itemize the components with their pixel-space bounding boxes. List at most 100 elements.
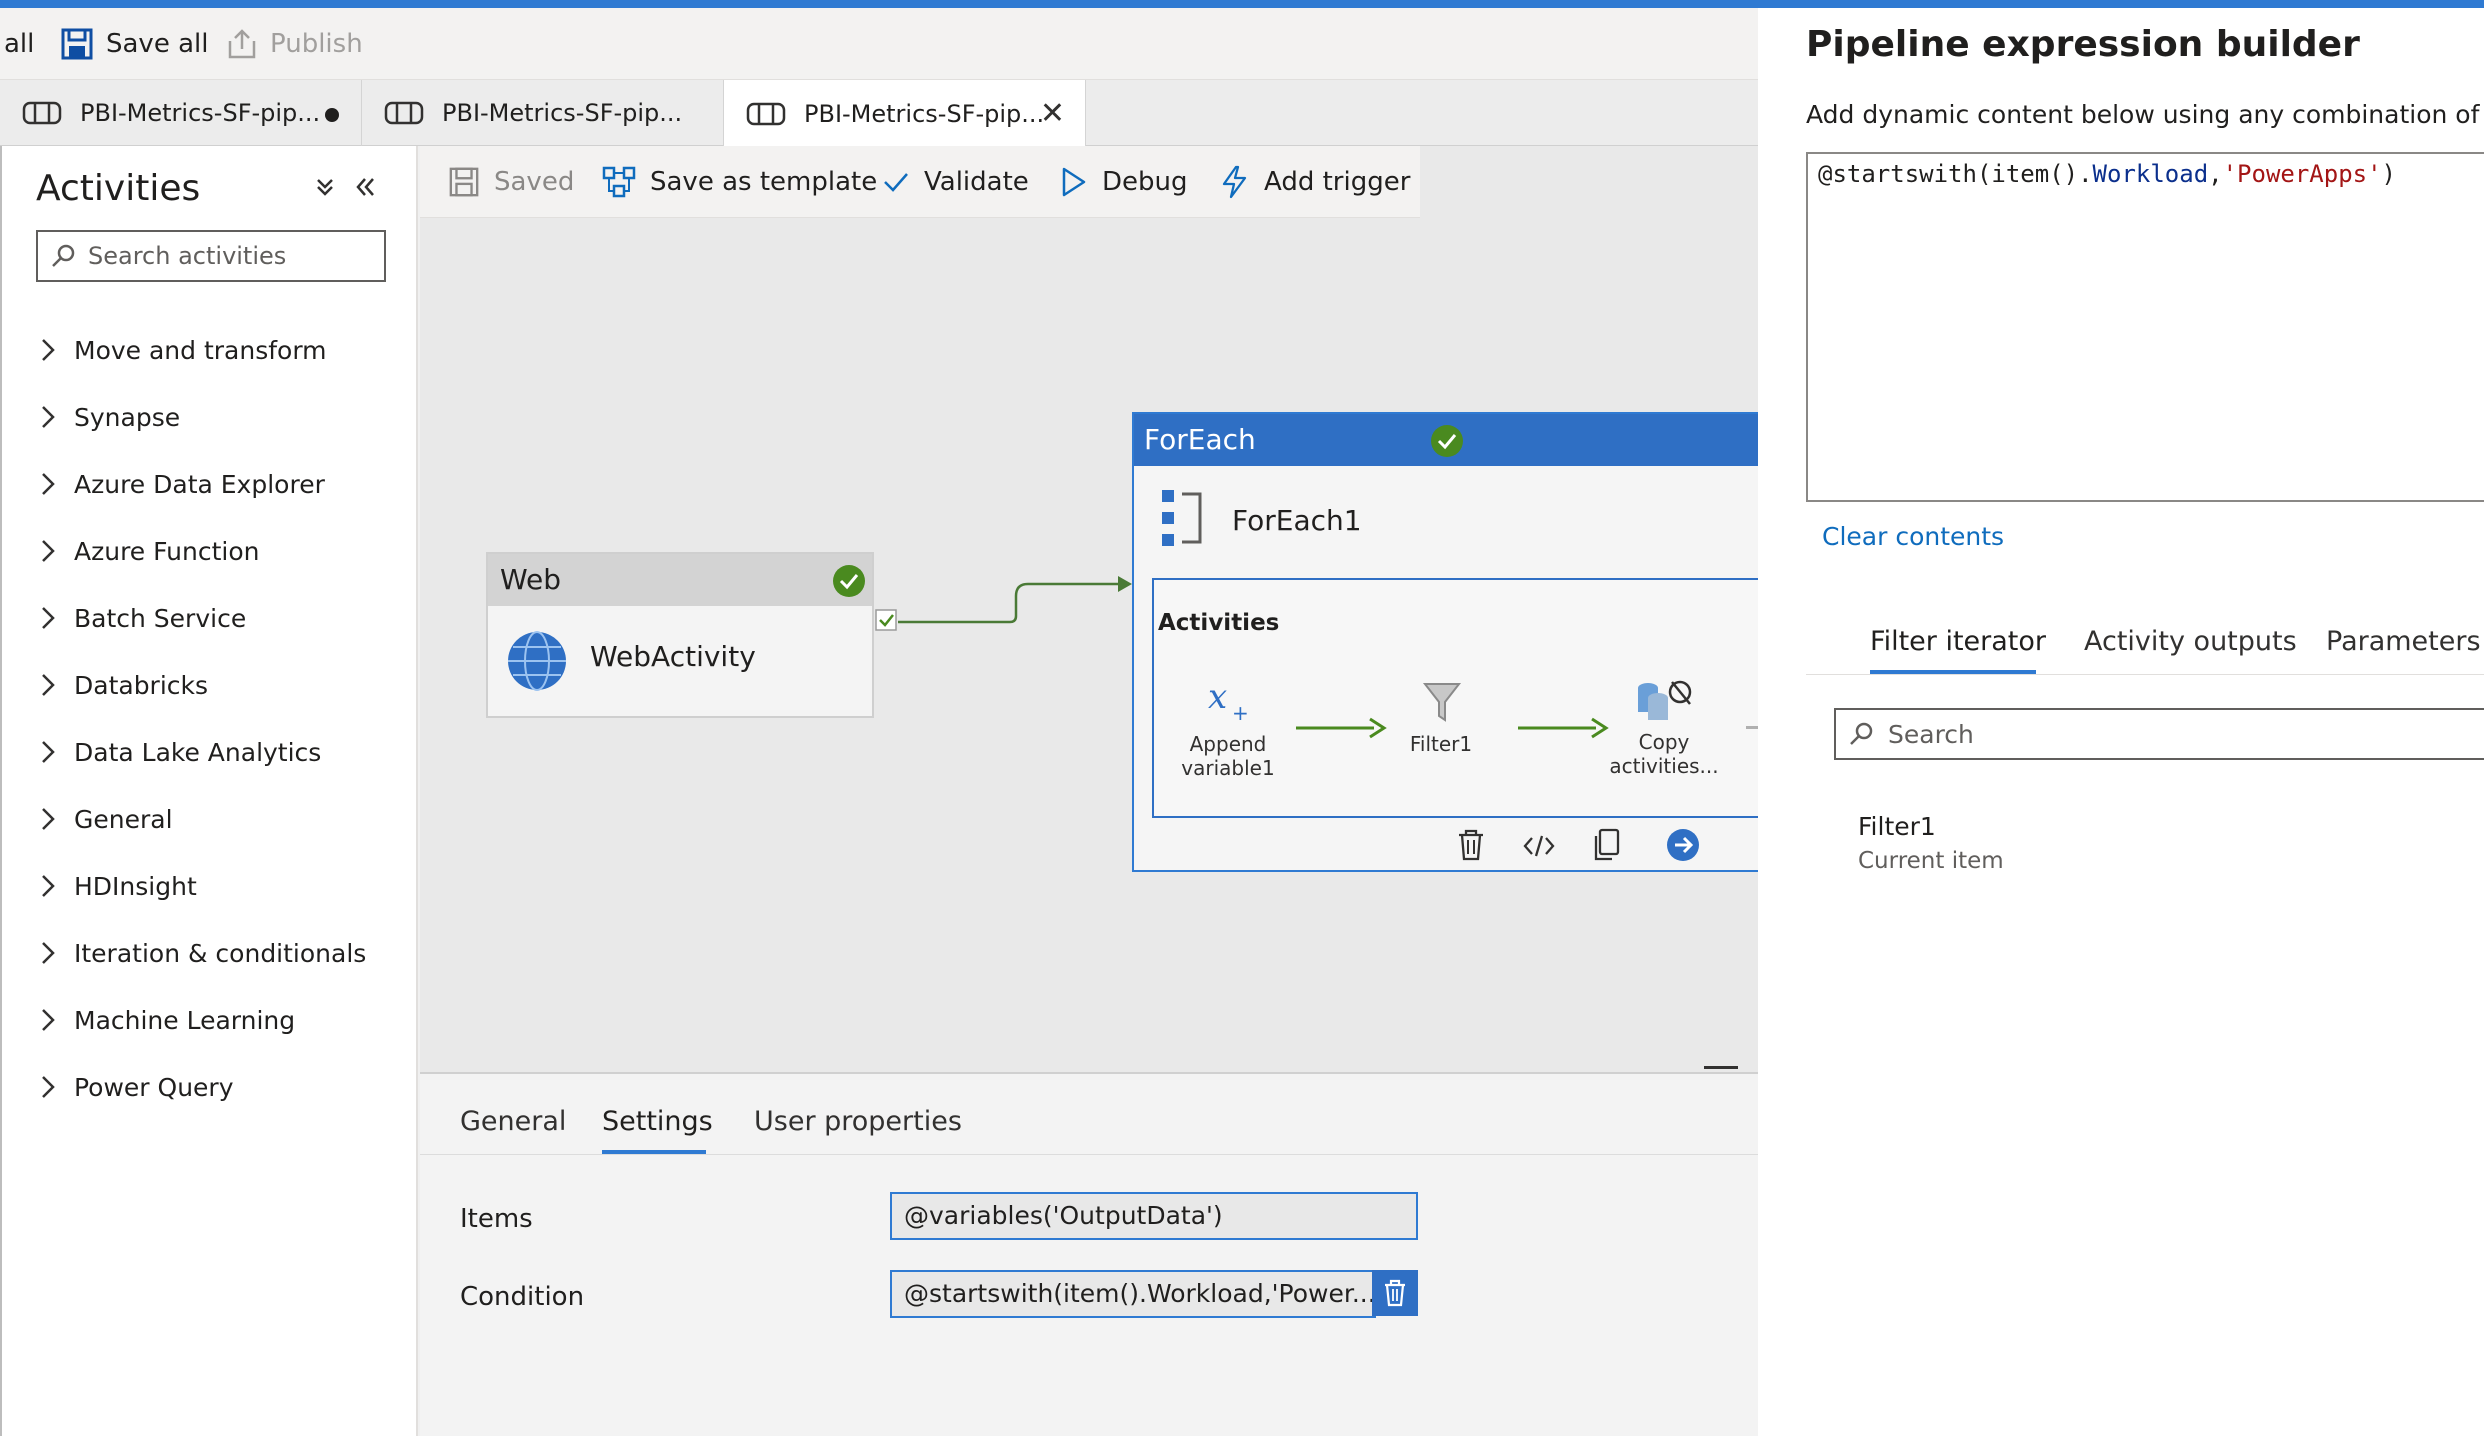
category-iteration-conditionals[interactable]: Iteration & conditionals: [40, 933, 366, 973]
chevron-right-icon: [42, 942, 55, 964]
collapse-all-icon[interactable]: [312, 174, 338, 200]
resize-handle[interactable]: [1704, 1066, 1738, 1069]
subtitle-text: Add dynamic content below using any comb…: [1806, 100, 2484, 129]
tab-general[interactable]: General: [460, 1106, 566, 1137]
category-data-lake-analytics[interactable]: Data Lake Analytics: [40, 732, 321, 772]
success-arrow: [1518, 717, 1609, 739]
publish-button[interactable]: Publish: [226, 26, 363, 62]
template-icon: [602, 166, 636, 198]
category-synapse[interactable]: Synapse: [40, 397, 180, 437]
filter-icon: [1422, 683, 1462, 722]
all-label: all: [4, 29, 35, 59]
tab-activity-outputs[interactable]: Activity outputs: [2084, 626, 2297, 657]
chevron-right-icon: [42, 1009, 55, 1031]
chevron-right-icon: [42, 674, 55, 696]
web-activity-card[interactable]: Web WebActivity: [486, 552, 874, 718]
save-icon: [61, 28, 93, 60]
activity-label-line2: activities...: [1609, 754, 1719, 778]
globe-icon: [508, 631, 566, 691]
category-power-query[interactable]: Power Query: [40, 1067, 234, 1107]
search-activities-input[interactable]: Search activities: [36, 230, 386, 282]
copy-activities-activity[interactable]: Copy activities...: [1604, 730, 1724, 778]
chevron-right-icon: [42, 808, 55, 830]
save-as-template-button[interactable]: Save as template: [602, 164, 877, 200]
main-toolbar: all Save all Publish: [0, 8, 1758, 80]
expression-builder-title: Pipeline expression builder: [1806, 24, 2360, 65]
pipeline-icon: [384, 101, 424, 125]
append-variable-activity[interactable]: Append variable1: [1158, 732, 1298, 780]
chevron-right-icon: [42, 1076, 55, 1098]
web-activity-name: WebActivity: [590, 640, 756, 673]
chevron-right-icon: [42, 473, 55, 495]
svg-text:x: x: [1208, 677, 1227, 717]
category-batch-service[interactable]: Batch Service: [40, 598, 246, 638]
chevron-right-icon: [42, 339, 55, 361]
category-hdinsight[interactable]: HDInsight: [40, 866, 197, 906]
category-label: Azure Function: [74, 536, 260, 566]
foreach-name: ForEach1: [1232, 504, 1362, 537]
expression-search-input[interactable]: Search: [1834, 708, 2484, 760]
category-label: HDInsight: [74, 871, 197, 901]
close-tab-icon[interactable]: ✕: [1040, 96, 1065, 131]
category-azure-data-explorer[interactable]: Azure Data Explorer: [40, 464, 325, 504]
filter-iterator-item[interactable]: Filter1: [1858, 812, 1936, 841]
save-all-button[interactable]: Save all: [60, 26, 208, 62]
search-icon: [1850, 722, 1873, 745]
tab-pipeline-1[interactable]: PBI-Metrics-SF-pip...: [0, 80, 362, 146]
tab-filter-iterator[interactable]: Filter iterator: [1870, 626, 2046, 657]
activities-title: Activities: [36, 168, 201, 209]
activity-label-line1: Filter1: [1409, 732, 1473, 756]
success-check-icon: [1431, 425, 1463, 457]
save-as-template-label: Save as template: [650, 167, 878, 197]
chevron-right-icon: [42, 741, 55, 763]
foreach-activity-card[interactable]: ForEach ForEach1 Activities x + Append v…: [1132, 412, 1760, 872]
category-label: Synapse: [74, 402, 181, 432]
foreach-icon: [1162, 490, 1202, 546]
condition-field[interactable]: @startswith(item().Workload,'Power...: [890, 1270, 1376, 1318]
open-activity-icon[interactable]: [1666, 828, 1700, 862]
tab-label: PBI-Metrics-SF-pip...: [80, 99, 321, 127]
tab-pipeline-3[interactable]: PBI-Metrics-SF-pip... ✕: [724, 80, 1086, 147]
add-trigger-button[interactable]: Add trigger: [1220, 164, 1410, 200]
success-arrow: [1296, 717, 1387, 739]
validate-label: Validate: [924, 167, 1029, 197]
clear-contents-link[interactable]: Clear contents: [1822, 522, 2004, 551]
items-field[interactable]: @variables('OutputData'): [890, 1192, 1418, 1240]
all-button[interactable]: all: [4, 26, 34, 62]
validate-button[interactable]: Validate: [882, 164, 1029, 200]
copy-data-icon: [1638, 680, 1692, 720]
expression-builder-panel: Pipeline expression builder Add dynamic …: [1758, 8, 2484, 1436]
category-azure-function[interactable]: Azure Function: [40, 531, 259, 571]
tab-pipeline-2[interactable]: PBI-Metrics-SF-pip...: [362, 80, 724, 146]
category-label: Data Lake Analytics: [74, 737, 322, 767]
save-icon: [449, 167, 479, 197]
publish-icon: [228, 29, 256, 59]
category-label: Power Query: [74, 1072, 234, 1102]
foreach-type: ForEach: [1144, 423, 1256, 456]
tab-parameters[interactable]: Parameters: [2326, 626, 2481, 657]
unsaved-indicator-icon: [325, 108, 339, 122]
dependency-connector[interactable]: [870, 560, 1140, 640]
activity-label-line2: variable1: [1181, 756, 1275, 780]
code-icon[interactable]: [1522, 832, 1556, 860]
expression-editor[interactable]: @startswith(item().Workload,'PowerApps'): [1806, 152, 2484, 502]
pipeline-icon: [22, 101, 62, 125]
delete-icon[interactable]: [1456, 828, 1486, 862]
tab-user-properties[interactable]: User properties: [754, 1106, 962, 1137]
clone-icon[interactable]: [1592, 828, 1622, 862]
category-general[interactable]: General: [40, 799, 173, 839]
clear-condition-button[interactable]: [1372, 1270, 1418, 1316]
category-databricks[interactable]: Databricks: [40, 665, 208, 705]
filter-activity[interactable]: Filter1: [1386, 732, 1496, 756]
debug-button[interactable]: Debug: [1060, 164, 1188, 200]
search-icon: [52, 244, 75, 267]
tab-label: PBI-Metrics-SF-pip...: [804, 99, 1045, 128]
hide-panel-icon[interactable]: [352, 174, 378, 200]
tab-settings[interactable]: Settings: [602, 1106, 713, 1137]
category-label: Azure Data Explorer: [74, 469, 325, 499]
category-machine-learning[interactable]: Machine Learning: [40, 1000, 295, 1040]
foreach-inner-activities[interactable]: Activities x + Append variable1 Filter1: [1152, 578, 1760, 818]
saved-button[interactable]: Saved: [448, 164, 574, 200]
checkmark-icon: [884, 173, 908, 192]
category-move-and-transform[interactable]: Move and transform: [40, 330, 327, 370]
